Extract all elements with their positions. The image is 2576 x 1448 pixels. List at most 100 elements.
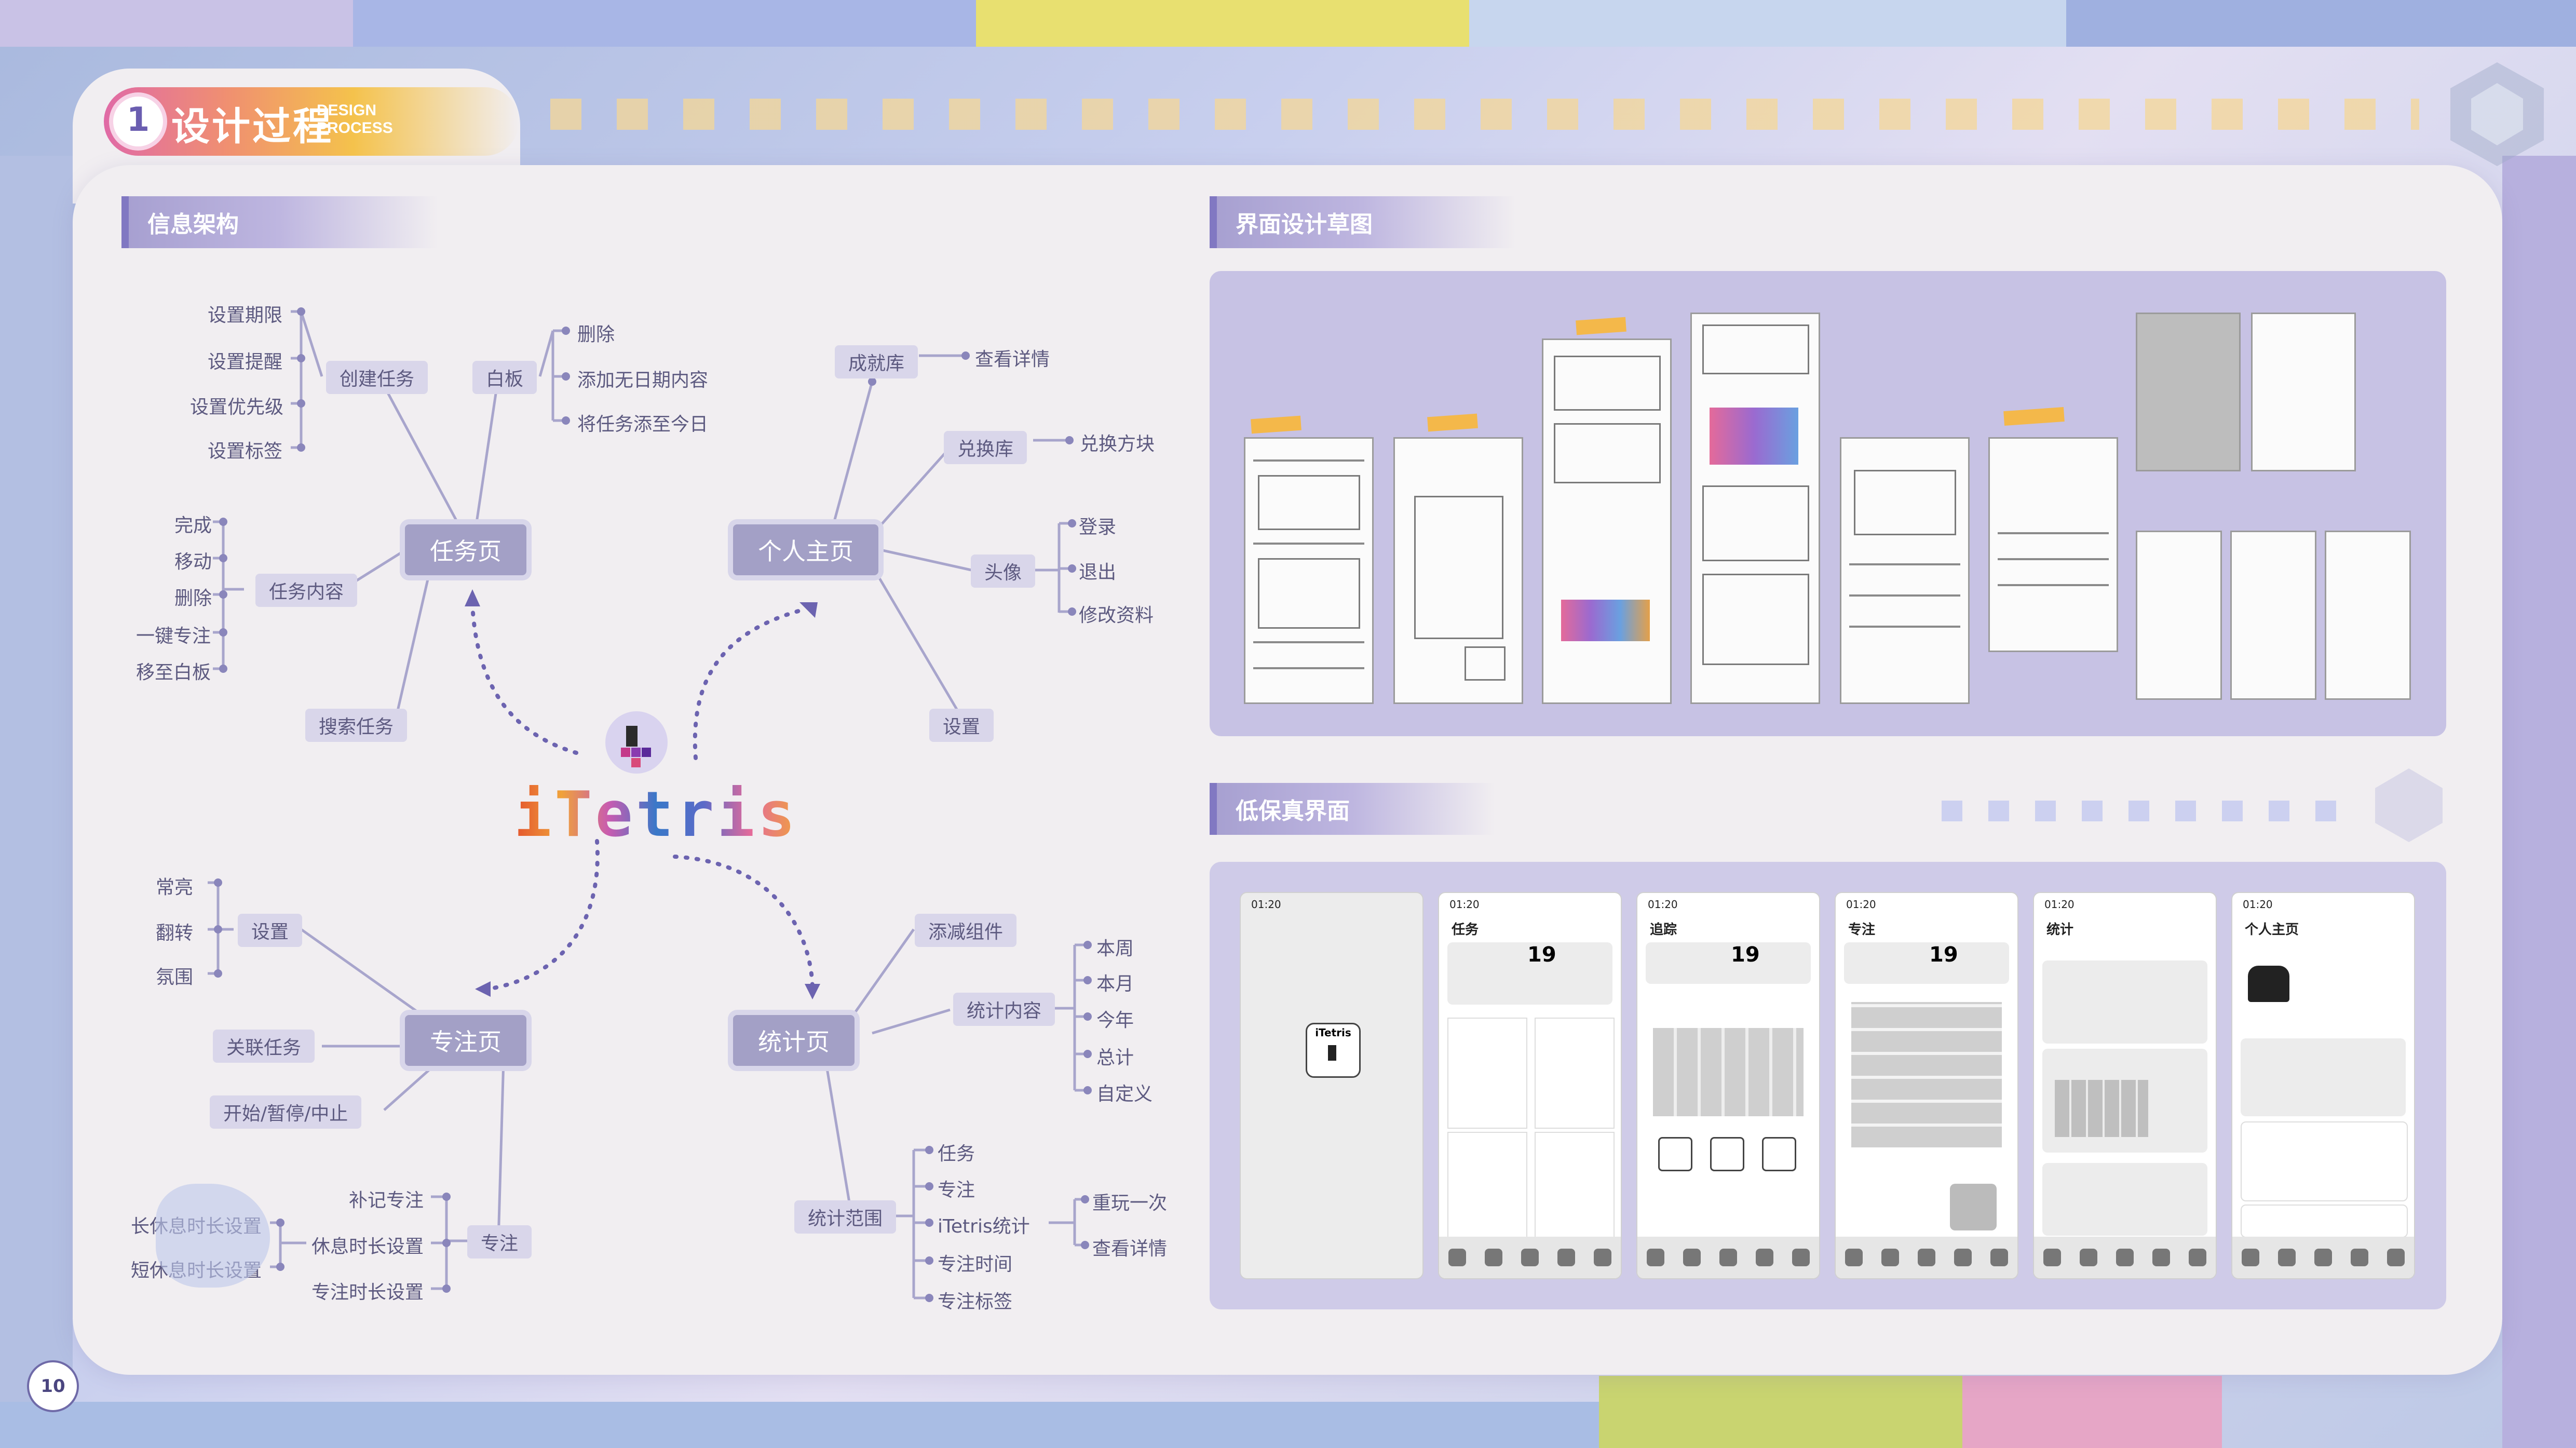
itetris-logo: iTetris [514,711,795,862]
node-range-tag: 专注标签 [938,1291,1013,1312]
sketch-2 [1393,437,1523,704]
sketch-11 [2325,531,2411,700]
sketch-9 [2136,531,2222,700]
node-replay: 重玩一次 [1092,1193,1168,1214]
node-wb-today: 将任务添至今日 [577,414,709,435]
logo-mark-icon [605,711,668,774]
node-total: 总计 [1096,1047,1134,1068]
screen-title: 统计 [2046,922,2074,938]
node-exchange: 兑换库 [944,431,1027,464]
sketch-panel [1210,271,2446,736]
sketch-tag-3 [1576,317,1626,335]
node-task-content: 任务内容 [255,574,358,607]
node-tc-complete: 完成 [174,515,212,536]
node-focus-page: 专注页 [405,1015,526,1066]
node-set-reminder: 设置提醒 [208,351,283,373]
sketch-7 [2136,313,2241,471]
screen-title: 追踪 [1650,922,1677,938]
sketch-tag-4 [2003,407,2065,426]
logo-text: iTetris [514,779,798,851]
status-time: 01:20 [2044,898,2075,911]
node-ambience: 氛围 [156,967,194,988]
section-lowfi: 低保真界面 [1210,783,1495,835]
node-month: 本月 [1096,973,1134,995]
page-number: 10 [27,1360,79,1412]
sketch-3 [1542,339,1672,704]
sketch-6 [1988,437,2118,652]
lowfi-screen-splash: 01:20 iTetris [1240,892,1423,1279]
node-wb-add: 添加无日期内容 [577,370,709,391]
node-tc-focus: 一键专注 [136,626,211,647]
sketch-4 [1690,313,1820,704]
status-time: 01:20 [2243,898,2273,911]
node-keep-on: 常亮 [156,877,194,898]
status-time: 01:20 [1449,898,1480,911]
node-focus-duration: 专注时长设置 [311,1282,424,1303]
node-range-time: 专注时间 [938,1254,1013,1275]
node-custom: 自定义 [1096,1084,1153,1105]
node-start-pause: 开始/暂停/中止 [210,1095,362,1129]
node-avatar: 头像 [971,554,1036,588]
node-create-task: 创建任务 [326,361,428,394]
node-whiteboard: 白板 [472,361,537,394]
node-link-task: 关联任务 [213,1030,315,1063]
sketch-tag-2 [1427,413,1478,432]
sketch-1 [1244,437,1374,704]
node-range-task: 任务 [938,1143,975,1165]
cube-deco-small-icon [2375,768,2443,842]
node-set-priority: 设置优先级 [190,397,284,418]
node-set-deadline: 设置期限 [208,305,283,326]
sketch-10 [2230,531,2316,700]
lowfi-screen-stats: 01:20 统计 [2033,892,2217,1279]
node-rest-setting: 休息时长设置 [311,1236,424,1257]
node-range-focus: 专注 [938,1180,975,1201]
sketch-tag-1 [1251,415,1301,434]
node-set-tag: 设置标签 [208,441,283,462]
node-personal-page: 个人主页 [733,524,878,575]
screen-date: 19 [1731,943,1760,967]
status-time: 01:20 [1251,898,1281,911]
section-sketches: 界面设计草图 [1210,196,1516,248]
lowfi-screen-focus: 01:20 专注 19 [1835,892,2018,1279]
node-stat-range: 统计范围 [794,1200,897,1234]
node-search-task: 搜索任务 [305,709,408,742]
node-tc-delete: 删除 [174,588,212,609]
node-login: 登录 [1079,517,1117,538]
screen-title: 个人主页 [2245,922,2299,938]
node-settings: 设置 [929,709,994,742]
node-exchange-block: 兑换方块 [1080,434,1155,455]
screen-date: 19 [1929,943,1958,967]
node-wb-delete: 删除 [577,324,615,345]
node-achievement: 成就库 [835,345,918,378]
node-tc-to-wb: 移至白板 [136,662,211,683]
node-range-itetris: iTetris统计 [938,1216,1030,1237]
lowfi-screen-tasks: 01:20 任务 19 [1438,892,1622,1279]
splash-label: iTetris [1315,1026,1351,1039]
node-focus-settings: 设置 [238,914,303,947]
node-add-widget: 添减组件 [915,914,1017,947]
node-logout: 退出 [1079,562,1117,583]
lowfi-screen-tracking: 01:20 追踪 19 [1636,892,1820,1279]
node-make-up-focus: 补记专注 [349,1190,424,1211]
node-week: 本周 [1096,938,1134,959]
lowfi-screen-profile: 01:20 个人主页 [2231,892,2415,1279]
sketch-5 [1840,437,1970,704]
screen-title: 专注 [1848,922,1876,938]
sketch-8 [2251,313,2356,471]
node-flip: 翻转 [156,923,194,944]
node-edit-profile: 修改资料 [1079,605,1154,626]
lowfi-deco-squares [1942,801,2336,821]
screen-title: 任务 [1452,922,1479,938]
node-tc-move: 移动 [174,551,212,573]
status-time: 01:20 [1648,898,1678,911]
node-itetris-detail: 查看详情 [1092,1238,1168,1260]
splash-logo-icon: iTetris [1306,1023,1361,1078]
screen-date: 19 [1527,943,1556,967]
node-ach-detail: 查看详情 [975,349,1050,370]
cube-deco-icon [2450,62,2544,166]
node-stat-content: 统计内容 [953,993,1055,1026]
node-year: 今年 [1096,1010,1134,1031]
node-task-page: 任务页 [405,524,526,575]
lowfi-panel: 01:20 iTetris 01:20 任务 19 01:20 追踪 19 01… [1210,862,2446,1309]
node-stats-page: 统计页 [733,1015,855,1066]
